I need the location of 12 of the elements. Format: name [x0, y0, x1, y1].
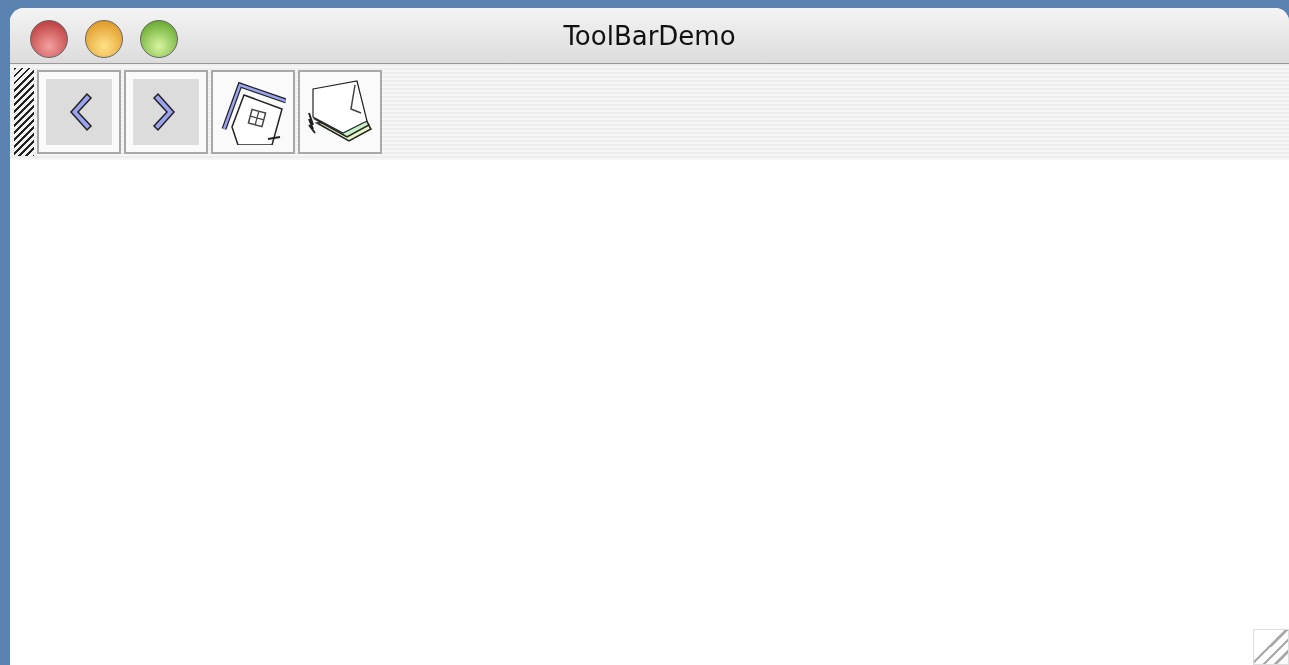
resize-grip[interactable]: [1253, 629, 1289, 665]
back-button[interactable]: [37, 70, 121, 154]
home-button[interactable]: [211, 70, 295, 154]
drag-handle[interactable]: [14, 68, 34, 156]
forward-button[interactable]: [124, 70, 208, 154]
close-button[interactable]: [30, 20, 68, 58]
window-title: ToolBarDemo: [563, 20, 736, 51]
house-icon: [220, 79, 286, 145]
minimize-button[interactable]: [85, 20, 123, 58]
pages-button[interactable]: [298, 70, 382, 154]
pages-icon: [307, 79, 373, 145]
zoom-button[interactable]: [140, 20, 178, 58]
